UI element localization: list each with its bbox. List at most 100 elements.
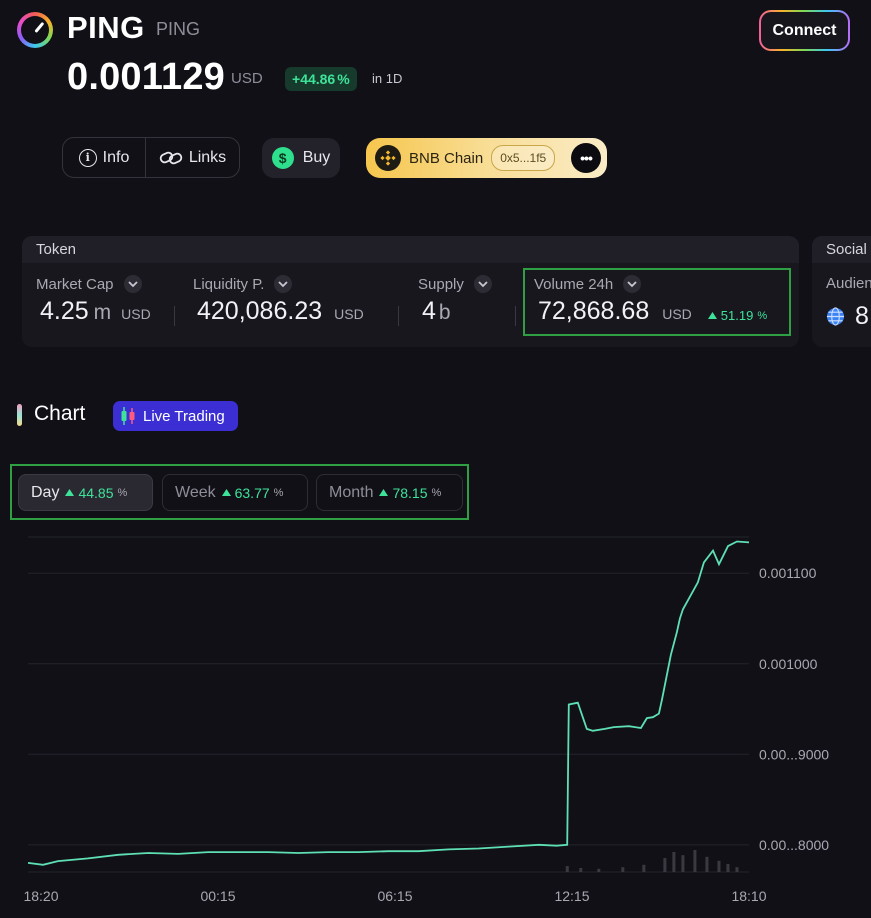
info-icon: i [78, 148, 97, 167]
volume-bar [672, 852, 676, 872]
volume-bar [565, 866, 569, 872]
token-name: PING [67, 10, 145, 45]
chart-title: Chart [34, 402, 86, 425]
liquidity-label: Liquidity P. [193, 275, 265, 293]
grid-lines [28, 536, 749, 873]
market-cap-value: 4.25 [40, 297, 89, 325]
volume-bar [597, 868, 601, 872]
volume-bar [579, 868, 583, 872]
period-month-button[interactable]: Month 78.15% [316, 474, 463, 511]
x-tick-label: 12:15 [554, 888, 589, 904]
bnb-icon [375, 145, 401, 171]
volume-bar [735, 867, 739, 872]
chevron-down-icon[interactable] [473, 275, 492, 293]
contract-address[interactable]: 0x5...1f5 [491, 145, 556, 171]
links-label: Links [188, 148, 227, 166]
period-pct: % [273, 486, 284, 499]
y-tick-label: 0.001100 [759, 565, 817, 581]
y-tick-label: 0.00...8000 [759, 837, 829, 853]
info-button[interactable]: i Info [63, 138, 146, 177]
liquidity-unit: USD [334, 306, 364, 322]
links-button[interactable]: Links [146, 138, 239, 177]
volume-bar [681, 855, 685, 872]
price-change-badge: +44.86% [285, 67, 357, 91]
chevron-down-icon[interactable] [123, 275, 142, 293]
period-label: Week [175, 483, 216, 501]
info-links-group: i Info Links [62, 137, 240, 178]
volume-bar [705, 856, 709, 872]
volume-bar [693, 850, 697, 872]
liquidity-stat: Liquidity P. 420,086.23 USD [193, 275, 364, 326]
volume-bar [717, 860, 721, 872]
price-line [27, 540, 750, 866]
connect-button-label: Connect [761, 12, 848, 49]
divider [174, 306, 175, 326]
volume-bar [642, 864, 646, 872]
market-cap-stat: Market Cap 4.25 m USD [36, 275, 151, 326]
chevron-down-icon[interactable] [274, 275, 293, 293]
triangle-up-icon [65, 489, 75, 496]
ping-logo [17, 12, 53, 48]
candlestick-icon [121, 407, 135, 425]
market-cap-suffix: m [93, 301, 112, 324]
live-trading-button[interactable]: Live Trading [113, 401, 238, 431]
link-icon [159, 151, 183, 164]
period-pct: % [117, 486, 128, 499]
period-change: 44.85 [78, 484, 114, 501]
social-panel: Social Audien 8 [812, 236, 871, 347]
info-label: Info [102, 148, 130, 166]
buy-label: Buy [302, 149, 331, 166]
x-tick-label: 18:20 [23, 888, 58, 904]
dollar-icon: $ [271, 147, 294, 169]
change-sign: + [292, 71, 301, 87]
price-chart[interactable]: 0.001100 0.001000 0.00...9000 0.00...8000 1… [0, 525, 871, 918]
liquidity-value: 420,086.23 [197, 297, 323, 325]
chain-selector[interactable]: BNB Chain 0x5...1f5 ••• [366, 138, 607, 178]
divider [515, 306, 516, 326]
y-tick-label: 0.00...9000 [759, 746, 829, 762]
x-tick-label: 00:15 [200, 888, 235, 904]
change-period: in 1D [372, 71, 403, 86]
price-unit: USD [231, 70, 263, 87]
volume-bars [565, 850, 739, 872]
x-tick-label: 18:10 [731, 888, 766, 904]
live-trading-label: Live Trading [143, 407, 225, 425]
volume-bar [726, 864, 730, 872]
period-label: Day [31, 483, 60, 501]
supply-value: 4 [422, 297, 436, 325]
y-axis-labels: 0.001100 0.001000 0.00...9000 0.00...8000 [759, 565, 829, 853]
y-tick-label: 0.001000 [759, 656, 818, 672]
social-panel-heading: Social [812, 236, 871, 263]
audience-label: Audien [826, 275, 871, 292]
audience-stat: 8 [826, 302, 869, 331]
buy-button[interactable]: $ Buy [262, 138, 340, 178]
x-axis-labels: 18:20 00:15 06:15 12:15 18:10 [23, 888, 766, 904]
connect-button[interactable]: Connect [759, 10, 850, 51]
token-price: 0.001129 [67, 56, 225, 98]
supply-label: Supply [418, 275, 464, 293]
token-ticker: PING [156, 19, 201, 39]
more-icon[interactable]: ••• [571, 143, 601, 173]
triangle-up-icon [221, 489, 231, 496]
divider [398, 306, 399, 326]
period-day-button[interactable]: Day 44.85% [18, 474, 153, 511]
change-value: 44.86 [300, 71, 336, 87]
period-change: 78.15 [392, 484, 428, 501]
volume-bar [621, 867, 625, 872]
volume-highlight-box [523, 268, 791, 336]
x-tick-label: 06:15 [377, 888, 412, 904]
audience-value: 8 [855, 302, 869, 330]
change-pct: % [337, 71, 350, 87]
period-change: 63.77 [234, 484, 270, 501]
period-week-button[interactable]: Week 63.77% [162, 474, 308, 511]
period-pct: % [431, 486, 442, 499]
chain-name: BNB Chain [409, 149, 484, 167]
volume-bar [663, 858, 667, 872]
triangle-up-icon [379, 489, 389, 496]
market-cap-unit: USD [121, 306, 151, 322]
token-panel-heading: Token [22, 236, 799, 263]
supply-stat: Supply 4 b [418, 275, 492, 326]
period-label: Month [329, 483, 374, 501]
market-cap-label: Market Cap [36, 275, 114, 293]
chart-section-marker [17, 404, 22, 426]
